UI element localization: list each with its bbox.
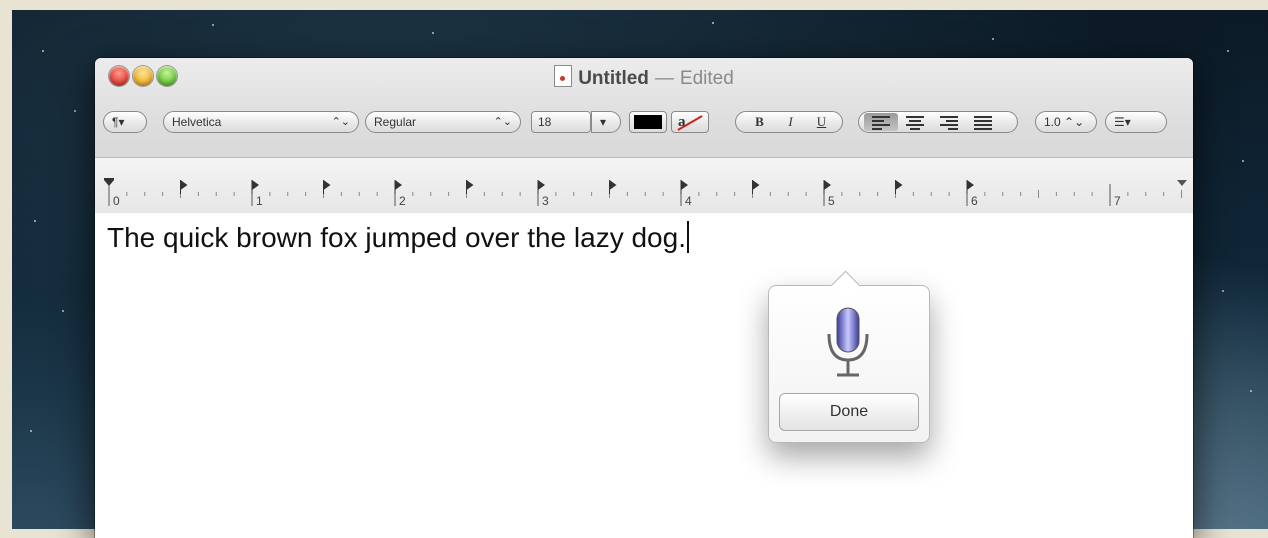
star	[1250, 390, 1252, 392]
alignment-group	[858, 111, 1018, 133]
star	[712, 22, 714, 24]
ruler-label: 7	[1114, 194, 1121, 208]
ruler-mark	[895, 180, 903, 190]
star	[1227, 50, 1229, 52]
text-color-well[interactable]	[629, 111, 667, 133]
black-swatch	[634, 115, 662, 129]
bold-italic-underline-group: BIU	[735, 111, 843, 133]
highlight-color-well[interactable]: a	[671, 111, 709, 133]
ruler-mark	[323, 180, 331, 190]
ruler-label: 2	[399, 194, 406, 208]
dictation-popover: Done	[768, 285, 930, 443]
ruler-mark	[252, 180, 259, 190]
ruler[interactable]: 0 1 2 3 4 5 6 7	[95, 157, 1193, 214]
align-center-icon[interactable]	[898, 113, 932, 131]
star	[1242, 160, 1244, 162]
ruler-mark	[395, 180, 402, 190]
document-name: Untitled	[578, 68, 649, 89]
paragraph-styles-button[interactable]: ¶▾	[103, 111, 147, 133]
star	[1222, 290, 1224, 292]
ruler-mark	[967, 180, 974, 190]
ruler-label: 4	[685, 194, 692, 208]
font-family-popup[interactable]: Helvetica ⌃⌄	[163, 111, 359, 133]
ruler-label: 5	[828, 194, 835, 208]
underline-button[interactable]: U	[806, 112, 837, 132]
ruler-mark	[824, 180, 831, 190]
ruler-mark	[538, 180, 545, 190]
done-button[interactable]: Done	[779, 393, 919, 431]
font-size-dropdown[interactable]: ▾	[591, 111, 621, 133]
star	[30, 430, 32, 432]
ruler-label: 6	[971, 194, 978, 208]
font-style-popup[interactable]: Regular ⌃⌄	[365, 111, 521, 133]
edited-status: Edited	[679, 68, 734, 89]
window-title: Untitled — Edited	[95, 65, 1193, 90]
format-toolbar: ¶▾ Helvetica ⌃⌄ Regular ⌃⌄ 18 ▾ a BIU 1.…	[103, 111, 1183, 135]
document-text[interactable]: The quick brown fox jumped over the lazy…	[107, 221, 689, 254]
ruler-mark	[1177, 180, 1187, 186]
star	[34, 220, 36, 222]
ruler-mark	[466, 180, 474, 190]
star	[432, 32, 434, 34]
align-right-icon[interactable]	[932, 113, 966, 131]
text-cursor	[686, 221, 689, 253]
document-text-content: The quick brown fox jumped over the lazy…	[107, 222, 686, 253]
document-icon[interactable]	[554, 65, 573, 87]
font-style-value: Regular	[374, 115, 417, 129]
star	[62, 310, 64, 312]
ruler-mark	[180, 180, 188, 190]
star	[212, 24, 214, 26]
ruler-label: 1	[256, 194, 263, 208]
ruler-mark	[681, 180, 688, 190]
ruler-label: 0	[113, 194, 120, 208]
font-size-field[interactable]: 18	[531, 111, 591, 133]
align-justify-icon[interactable]	[966, 113, 1000, 131]
title-bar[interactable]: Untitled — Edited ¶▾ Helvetica ⌃⌄ Regular …	[95, 58, 1193, 214]
ruler-mark	[104, 178, 114, 180]
list-bullets-popup[interactable]: ☰▾	[1105, 111, 1167, 133]
star	[992, 38, 994, 40]
bold-button[interactable]: B	[744, 112, 775, 132]
ruler-mark	[104, 180, 114, 186]
popup-arrows-icon: ⌃⌄	[331, 116, 350, 128]
microphone-icon	[827, 307, 869, 377]
textedit-window: Untitled — Edited ¶▾ Helvetica ⌃⌄ Regular …	[95, 58, 1193, 538]
star	[42, 50, 44, 52]
ruler-label: 3	[542, 194, 549, 208]
star	[74, 110, 76, 112]
ruler-mark	[752, 180, 760, 190]
text-editor-area[interactable]: The quick brown fox jumped over the lazy…	[95, 213, 1193, 538]
line-spacing-popup[interactable]: 1.0 ⌃⌄	[1035, 111, 1097, 133]
title-separator: —	[654, 68, 674, 89]
align-left-icon[interactable]	[864, 113, 898, 131]
popup-arrows-icon: ⌃⌄	[493, 116, 512, 128]
italic-button[interactable]: I	[775, 112, 806, 132]
ruler-mark	[609, 180, 617, 190]
font-family-value: Helvetica	[172, 115, 222, 129]
